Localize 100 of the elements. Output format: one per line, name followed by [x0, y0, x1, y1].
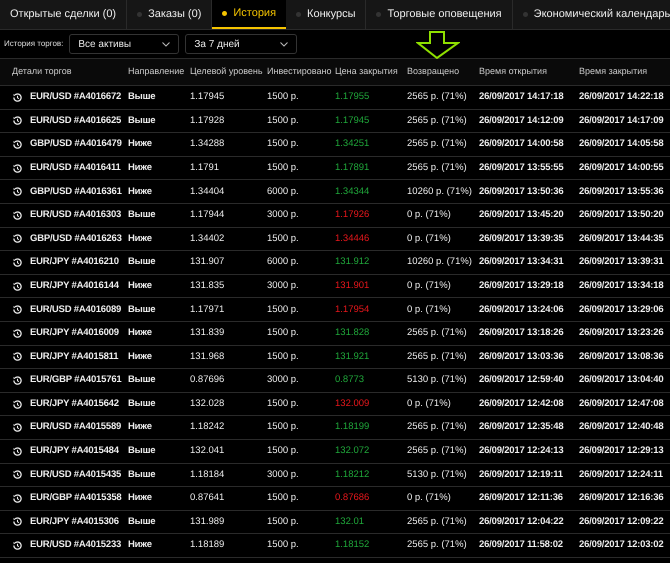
table-cell: 6000 р. — [267, 184, 299, 199]
table-cell-text: EUR/USD #A4016625 — [30, 114, 122, 128]
history-icon[interactable] — [13, 352, 22, 362]
tab[interactable]: Конкурсы — [286, 0, 366, 29]
table-cell-text: Ниже — [128, 160, 152, 175]
tab[interactable]: Торговые оповещения — [366, 0, 513, 29]
table-cell: 26/09/2017 13:08:36 — [579, 350, 664, 364]
history-icon[interactable] — [13, 541, 22, 550]
history-icon[interactable] — [13, 517, 22, 526]
history-icon[interactable] — [13, 376, 22, 385]
asset-dropdown[interactable]: Все активы — [69, 34, 180, 54]
table-cell-text: 0.8773 — [335, 373, 364, 388]
table-cell: 0 р. (71%) — [407, 208, 451, 222]
table-cell-text: 26/09/2017 12:42:08 — [479, 396, 564, 411]
table-cell-text: 1.1791 — [190, 160, 220, 175]
table-cell-text: 10260 р. (71%) — [407, 255, 472, 270]
table-cell-text: EUR/JPY #A4015642 — [30, 396, 119, 411]
table-cell: EUR/USD #A4015435 — [30, 468, 122, 482]
history-icon[interactable] — [13, 400, 22, 409]
table-cell: 26/09/2017 13:23:26 — [579, 326, 664, 340]
tab[interactable]: История — [212, 0, 286, 29]
history-icon[interactable] — [13, 258, 22, 267]
table-cell-text: Ниже — [128, 278, 152, 293]
table-cell: 1.17926 — [335, 208, 370, 222]
table-cell-text: 1.18242 — [190, 420, 224, 434]
table-cell: 1.34404 — [190, 184, 224, 199]
history-icon[interactable] — [13, 92, 22, 102]
table-cell-text: 1.34251 — [335, 137, 370, 152]
table-cell: 1500 р. — [267, 302, 299, 317]
table-cell-text: 131.901 — [335, 278, 370, 293]
table-cell-text: 2565 р. (71%) — [407, 538, 467, 552]
table-cell: EUR/JPY #A4016009 — [30, 326, 119, 340]
table-cell: 1.17944 — [190, 208, 224, 222]
table-cell-text: Ниже — [128, 491, 152, 506]
table-cell-text: 0 р. (71%) — [407, 278, 451, 293]
table-cell-text: 3000 р. — [267, 373, 299, 388]
history-icon[interactable] — [13, 282, 22, 291]
column-header: Детали торгов — [11, 65, 72, 78]
history-icon[interactable] — [13, 305, 22, 314]
table-cell-text: 0 р. (71%) — [407, 396, 451, 411]
tab[interactable]: Открытые сделки (0) — [0, 0, 128, 29]
table-cell: Выше — [128, 444, 156, 458]
table-cell-text: 26/09/2017 14:12:09 — [479, 114, 564, 128]
table-cell: 26/09/2017 12:29:13 — [579, 444, 664, 458]
table-cell: 26/09/2017 13:44:35 — [579, 232, 664, 246]
table-cell: EUR/USD #A4016303 — [30, 208, 122, 222]
table-cell: 26/09/2017 14:17:18 — [479, 90, 564, 104]
table-cell: 26/09/2017 13:50:20 — [579, 208, 664, 222]
table-cell: 3000 р. — [267, 468, 299, 482]
table-cell: 1500 р. — [267, 326, 299, 340]
history-icon[interactable] — [13, 470, 22, 480]
table-cell-text: 1.17945 — [335, 114, 370, 128]
table-cell: 26/09/2017 12:19:11 — [479, 468, 563, 482]
tab[interactable]: Экономический календарь — [512, 0, 670, 29]
table-cell-text: 26/09/2017 14:17:09 — [579, 114, 664, 128]
table-cell: 10260 р. (71%) — [407, 184, 472, 199]
table-cell-text: 131.907 — [190, 255, 224, 270]
table-cell-text: EUR/USD #A4015589 — [30, 420, 122, 434]
table-cell-text: 1.18152 — [335, 538, 370, 552]
table-cell-text: 26/09/2017 12:04:22 — [479, 514, 564, 529]
table-cell-text: 5130 р. (71%) — [407, 373, 467, 388]
tab[interactable]: Заказы (0) — [127, 0, 212, 29]
table-cell: EUR/USD #A4016672 — [30, 90, 122, 104]
table-cell: 1.17945 — [190, 90, 224, 104]
history-icon[interactable] — [13, 140, 22, 149]
history-icon[interactable] — [13, 187, 22, 196]
table-cell: Выше — [128, 208, 156, 222]
table-cell-text: 26/09/2017 13:04:40 — [579, 373, 664, 388]
history-icon[interactable] — [13, 234, 22, 244]
table-cell: 131.921 — [335, 350, 370, 364]
table-cell-text: Выше — [128, 373, 156, 388]
history-icon[interactable] — [13, 328, 22, 338]
table-cell: Выше — [128, 90, 156, 104]
table-cell: Ниже — [128, 326, 152, 340]
table-cell: EUR/JPY #A4015484 — [30, 444, 119, 458]
table-cell: Ниже — [128, 184, 152, 199]
history-icon[interactable] — [13, 116, 22, 126]
history-icon[interactable] — [13, 494, 22, 503]
table-cell-text: 26/09/2017 11:58:02 — [479, 538, 563, 552]
history-icon[interactable] — [13, 164, 22, 173]
history-icon[interactable] — [13, 210, 22, 220]
column-header: Время закрытия — [579, 65, 648, 78]
table-cell-text: 26/09/2017 13:55:55 — [479, 160, 564, 175]
column-header: Инвестировано — [267, 65, 332, 78]
table-cell: 1.34344 — [335, 184, 370, 199]
period-dropdown[interactable]: За 7 дней — [185, 34, 298, 54]
table-cell-text: 131.835 — [190, 278, 224, 293]
table-cell-text: 6000 р. — [267, 255, 299, 270]
table-cell-text: 26/09/2017 13:34:18 — [579, 278, 664, 293]
table-cell: 26/09/2017 13:03:36 — [479, 350, 564, 364]
table-cell-text: EUR/USD #A4016411 — [30, 160, 121, 175]
table-cell: EUR/JPY #A4015811 — [30, 350, 118, 364]
history-icon[interactable] — [13, 423, 22, 432]
table-cell-text: 1500 р. — [267, 396, 299, 411]
table-cell: 1.18184 — [190, 468, 224, 482]
table-cell: 1.17954 — [335, 302, 370, 317]
history-icon[interactable] — [13, 446, 22, 456]
table-cell: 1500 р. — [267, 444, 299, 458]
column-header: Целевой уровень — [190, 65, 263, 78]
table-cell: 26/09/2017 13:45:20 — [479, 208, 564, 222]
